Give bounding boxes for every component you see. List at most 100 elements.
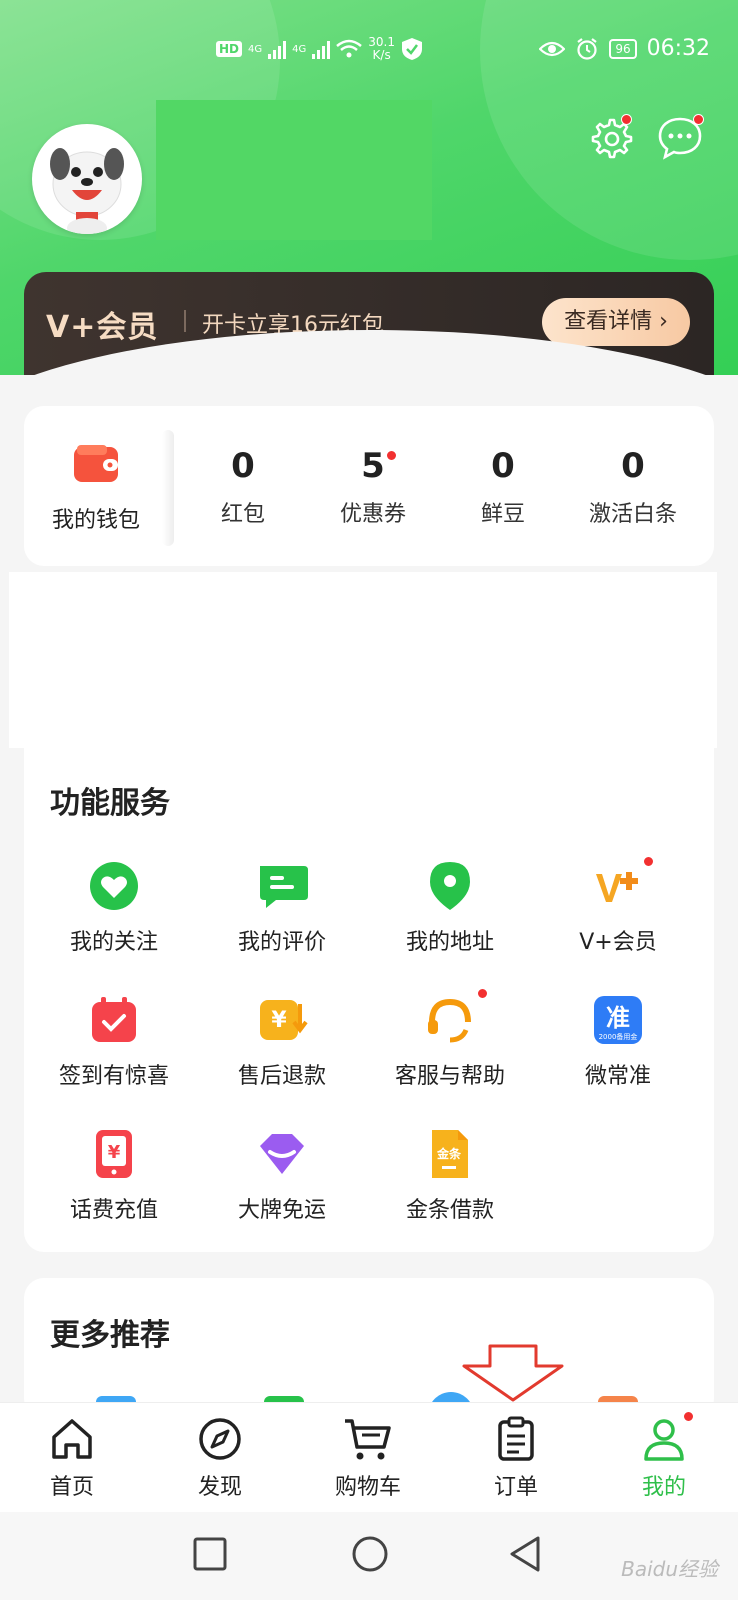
compass-icon (199, 1418, 241, 1460)
signal-icon (268, 39, 287, 59)
my-wallet-button[interactable]: 我的钱包 (24, 426, 168, 546)
network-speed: 30.1 K/s (368, 35, 395, 62)
service-customer-support[interactable]: 客服与帮助 (366, 988, 534, 1090)
notification-dot (643, 856, 654, 867)
phone-recharge-icon: ¥ (96, 1130, 132, 1178)
coupon-count: 5 (361, 446, 397, 490)
wallet-card: 我的钱包 0 红包 5 优惠券 0 鲜豆 0 激活白条 (24, 406, 714, 566)
blank-ad-area (9, 572, 717, 748)
signal-icon-2 (312, 39, 331, 59)
notification-dot (477, 988, 488, 999)
svg-text:¥: ¥ (271, 1008, 287, 1033)
service-weichangzhun[interactable]: 准 2000备用金 微常准 (534, 992, 702, 1090)
nav-label: 发现 (197, 1475, 242, 1500)
eye-icon (539, 41, 566, 56)
recent-apps-icon[interactable] (192, 1536, 228, 1572)
service-phone-recharge[interactable]: ¥ 话费充值 (30, 1126, 198, 1224)
service-label: 我的关注 (69, 930, 158, 955)
profile-icon (644, 1419, 684, 1461)
wallet-icon (74, 445, 118, 482)
section-title: 功能服务 (50, 786, 170, 821)
vip-promo-text: 开卡立享16元红包 (202, 313, 384, 338)
alarm-icon (577, 37, 597, 60)
service-label: 金条借款 (405, 1198, 494, 1223)
avatar[interactable] (32, 124, 142, 234)
battery-indicator: 96 (609, 38, 637, 59)
wallet-item-red-packet[interactable]: 0 红包 (178, 446, 308, 528)
nav-discover[interactable]: 发现 (160, 1415, 280, 1501)
nav-profile[interactable]: 我的 (604, 1411, 724, 1501)
service-jintiao-loan[interactable]: 金条 金条借款 (366, 1126, 534, 1224)
username-redacted-block (156, 100, 432, 240)
section-title: 更多推荐 (50, 1318, 170, 1353)
wifi-icon (336, 39, 363, 58)
more-recommendations-card: 更多推荐 (24, 1278, 714, 1418)
service-refund[interactable]: ¥ 售后退款 (198, 992, 366, 1090)
status-bar: HD 4G 4G 30.1 K/s 96 06:32 (0, 36, 738, 72)
headset-icon (428, 998, 471, 1043)
hd-badge: HD (216, 41, 243, 57)
service-reviews[interactable]: 我的评价 (198, 858, 366, 956)
arrow-down-annotation-icon (462, 1344, 564, 1402)
divider (162, 430, 174, 546)
location-pin-icon (430, 862, 470, 910)
wallet-label: 我的钱包 (51, 508, 140, 533)
service-label: 我的评价 (237, 930, 326, 955)
system-navigation-bar: Baidu经验 (0, 1512, 738, 1600)
nav-label: 订单 (493, 1475, 538, 1500)
service-follow[interactable]: 我的关注 (30, 858, 198, 956)
service-brand-free-shipping[interactable]: 大牌免运 (198, 1126, 366, 1224)
wallet-item-coupons[interactable]: 5 优惠券 (308, 446, 438, 528)
notification-dot (621, 114, 632, 125)
profile-header: HD 4G 4G 30.1 K/s 96 06:32 V+会员 开卡立享16元红… (0, 0, 738, 375)
network-label-2: 4G (292, 43, 307, 55)
services-card: 功能服务 我的关注 我的评价 我的地址 V+会员 签到有惊喜 ¥ 售后退款 客服… (24, 748, 714, 1252)
service-checkin[interactable]: 签到有惊喜 (30, 992, 198, 1090)
baitiao-label: 激活白条 (588, 502, 677, 527)
diamond-box-icon (260, 1134, 304, 1174)
nav-label: 首页 (49, 1475, 94, 1500)
service-label: 签到有惊喜 (58, 1064, 169, 1089)
red-packet-count: 0 (231, 446, 255, 486)
home-icon (52, 1419, 92, 1459)
order-icon (498, 1416, 534, 1461)
weichangzhun-icon: 准2000备用金 (594, 996, 642, 1044)
nav-cart[interactable]: 购物车 (308, 1415, 428, 1501)
red-packet-label: 红包 (220, 502, 265, 527)
notification-dot (693, 114, 704, 125)
service-label: 我的地址 (405, 930, 494, 955)
service-label: V+会员 (579, 930, 657, 955)
svg-text:准: 准 (606, 1004, 630, 1032)
settings-button[interactable] (586, 114, 634, 162)
shield-icon (401, 38, 422, 60)
vip-logo: V+会员 (46, 310, 159, 345)
service-label: 客服与帮助 (394, 1064, 505, 1089)
notification-dot (385, 450, 397, 461)
wallet-item-fresh-beans[interactable]: 0 鲜豆 (438, 446, 568, 528)
service-label: 大牌免运 (237, 1198, 326, 1223)
watermark: Baidu经验 (621, 1557, 718, 1581)
service-label: 微常准 (584, 1064, 651, 1089)
service-label: 售后退款 (237, 1064, 326, 1089)
network-label: 4G (248, 43, 263, 55)
clock: 06:32 (646, 36, 710, 61)
bottom-navigation: 首页 发现 购物车 订单 我的 (0, 1402, 738, 1512)
nav-home[interactable]: 首页 (12, 1415, 132, 1501)
svg-text:¥: ¥ (108, 1142, 121, 1163)
divider (184, 310, 186, 332)
back-triangle-icon[interactable] (506, 1534, 546, 1574)
notification-dot (683, 1411, 694, 1422)
baitiao-count: 0 (621, 446, 645, 486)
svg-text:2000备用金: 2000备用金 (599, 1032, 638, 1041)
refund-icon: ¥ (260, 1000, 308, 1040)
service-address[interactable]: 我的地址 (366, 858, 534, 956)
wallet-item-baitiao[interactable]: 0 激活白条 (568, 446, 698, 528)
vip-banner[interactable]: V+会员 开卡立享16元红包 查看详情 › (24, 272, 714, 375)
service-vplus[interactable]: V+会员 (534, 856, 702, 956)
nav-label: 我的 (641, 1475, 686, 1500)
nav-orders[interactable]: 订单 (456, 1415, 576, 1501)
gold-bar-icon: 金条 (432, 1130, 468, 1178)
messages-button[interactable] (656, 114, 704, 162)
view-details-button[interactable]: 查看详情 › (542, 298, 690, 346)
home-circle-icon[interactable] (350, 1534, 390, 1574)
